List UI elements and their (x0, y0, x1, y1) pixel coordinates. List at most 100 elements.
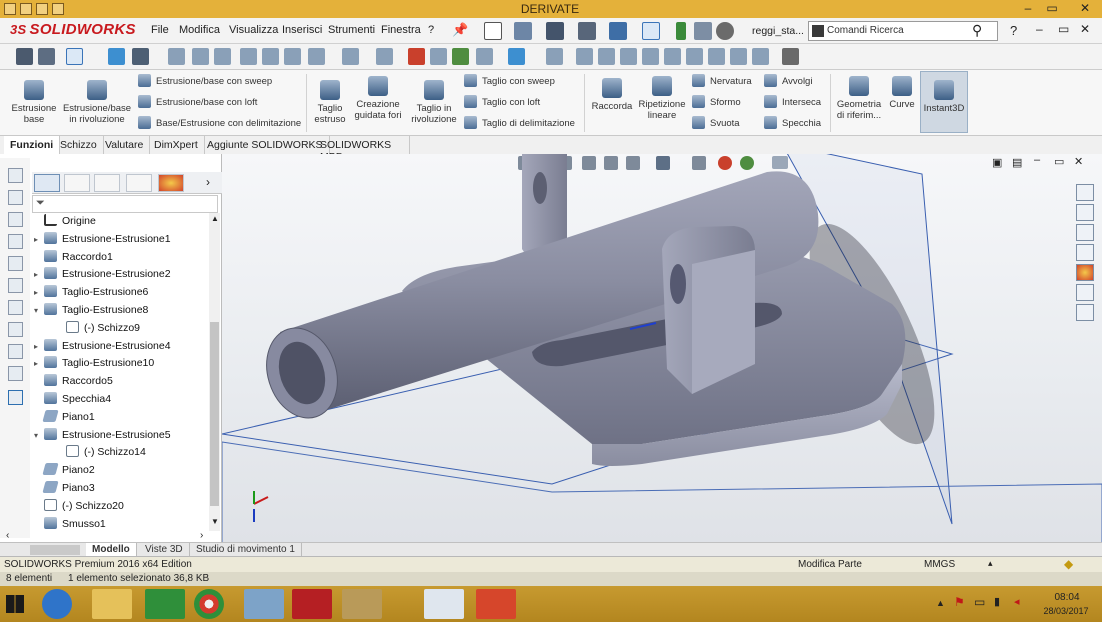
file-explorer-taskbar-icon[interactable] (92, 589, 132, 619)
tab-valutare[interactable]: Valutare (99, 136, 151, 154)
home-icon[interactable] (1076, 184, 1094, 201)
strip-icon[interactable] (8, 190, 23, 205)
quick-access-icon[interactable] (4, 3, 16, 15)
scroll-down-icon[interactable]: ▼ (211, 517, 219, 526)
quick-access-icon[interactable] (52, 3, 64, 15)
scroll-up-icon[interactable]: ▲ (211, 214, 219, 223)
menu-help[interactable]: ? (428, 24, 434, 36)
rib-button[interactable]: Nervatura (692, 74, 752, 88)
tab-aggiunte[interactable]: Aggiunte SOLIDWORKS (201, 136, 330, 154)
expand-toggle-icon[interactable]: ▸ (34, 270, 44, 279)
solidworks-taskbar-icon[interactable] (292, 589, 332, 619)
tree-item[interactable]: Raccordo1 (34, 249, 113, 268)
expand-toggle-icon[interactable]: ▾ (34, 306, 44, 315)
extrude-boss-button[interactable]: Estrusione base (8, 80, 60, 125)
graphics-area[interactable]: ▣ ▤ – ▭ ✕ (222, 154, 1102, 542)
part-model-3d[interactable] (222, 154, 1102, 542)
document-name[interactable]: reggi_sta... (752, 25, 804, 37)
expand-toggle-icon[interactable]: ▸ (34, 342, 44, 351)
list-icon[interactable] (132, 48, 149, 65)
pdf-icon[interactable] (476, 589, 516, 619)
undo-icon[interactable] (609, 22, 627, 40)
file-explorer-icon[interactable] (1076, 224, 1094, 241)
strip-icon[interactable] (8, 168, 23, 183)
minimize-icon[interactable]: – (1016, 0, 1040, 18)
hole-wizard-button[interactable]: Creazione guidata fori (350, 76, 406, 121)
menu-visualizza[interactable]: Visualizza (229, 24, 278, 36)
tree-item[interactable]: ▾ Taglio-Estrusione8 (34, 303, 148, 321)
units-dropdown-icon[interactable]: ▴ (988, 558, 993, 569)
curves-button[interactable]: Curve (886, 76, 918, 110)
view-palette-icon[interactable] (1076, 244, 1094, 261)
design-library-icon[interactable] (1076, 204, 1094, 221)
tree-item[interactable]: Piano2 (34, 463, 95, 481)
lofted-cut-button[interactable]: Taglio con loft (464, 95, 540, 109)
boundary-boss-button[interactable]: Base/Estrusione con delimitazione (138, 116, 301, 130)
print-icon[interactable] (578, 22, 596, 40)
featuremanager-tab-icon[interactable] (34, 174, 60, 192)
lofted-boss-button[interactable]: Estrusione/base con loft (138, 95, 257, 109)
pin-icon[interactable]: 📌 (452, 22, 468, 38)
photos-icon[interactable] (244, 589, 284, 619)
appearances-icon[interactable] (1076, 264, 1094, 281)
revolve-boss-button[interactable]: Estrusione/base in rivoluzione (62, 80, 132, 125)
tree-filter-input[interactable]: ⏷ (32, 195, 218, 213)
tab-schizzo[interactable]: Schizzo (54, 136, 104, 154)
status-units[interactable]: MMGS (924, 559, 955, 570)
wrap-button[interactable]: Avvolgi (764, 74, 812, 88)
linear-pattern-button[interactable]: Ripetizione lineare (636, 76, 688, 121)
new-document-icon[interactable] (484, 22, 502, 40)
select-icon[interactable] (66, 48, 83, 65)
revolved-cut-button[interactable]: Taglio in rivoluzione (408, 80, 460, 125)
volume-icon[interactable]: ◂ (1014, 595, 1020, 608)
network-icon[interactable]: ▮ (994, 595, 1000, 608)
menu-finestra[interactable]: Finestra (381, 24, 421, 36)
left-view-icon[interactable] (620, 48, 637, 65)
quick-access-icon[interactable] (20, 3, 32, 15)
clock-date[interactable]: 28/03/2017 (1036, 606, 1096, 616)
right-view-icon[interactable] (642, 48, 659, 65)
search-icon[interactable]: ⚲ (972, 22, 982, 39)
back-view-icon[interactable] (598, 48, 615, 65)
expand-toggle-icon[interactable]: ▸ (34, 359, 44, 368)
tree-item[interactable]: (-) Schizzo9 (56, 320, 140, 339)
zoom-fit-icon[interactable] (168, 48, 185, 65)
dynamic-annotation-icon[interactable] (262, 48, 279, 65)
scroll-right-icon[interactable]: › (200, 530, 203, 541)
strip-icon[interactable] (8, 366, 23, 381)
trimetric-view-icon[interactable] (730, 48, 747, 65)
scroll-left-icon[interactable]: ‹ (6, 530, 9, 541)
tree-item[interactable]: (-) Schizzo20 (34, 498, 124, 517)
isometric-view-icon[interactable] (708, 48, 725, 65)
strip-icon[interactable] (8, 322, 23, 337)
swept-boss-button[interactable]: Estrusione/base con sweep (138, 74, 272, 88)
menu-strumenti[interactable]: Strumenti (328, 24, 375, 36)
tree-item[interactable]: ▸ Estrusione-Estrusione1 (34, 231, 171, 250)
hide-show-icon[interactable] (342, 48, 359, 65)
strip-icon[interactable] (8, 278, 23, 293)
quick-access-icon[interactable] (36, 3, 48, 15)
tree-item[interactable]: Smusso1 (34, 516, 106, 535)
strip-icon[interactable] (8, 212, 23, 227)
normal-to-icon[interactable] (546, 48, 563, 65)
strip-icon[interactable] (8, 390, 23, 405)
tree-item[interactable]: Specchia4 (34, 392, 111, 410)
tree-item[interactable]: ▸ Estrusione-Estrusione4 (34, 338, 171, 357)
apply-scene-icon[interactable] (408, 48, 425, 65)
realview-icon[interactable] (452, 48, 469, 65)
sketch-tool-icon[interactable] (16, 48, 33, 65)
dimetric-view-icon[interactable] (752, 48, 769, 65)
document-icon[interactable] (424, 589, 464, 619)
expand-toggle-icon[interactable]: ▸ (34, 235, 44, 244)
tray-expand-icon[interactable]: ▲ (936, 598, 945, 608)
instant3d-button[interactable]: Instant3D (920, 71, 968, 133)
options-gear-icon[interactable] (716, 22, 734, 40)
menu-inserisci[interactable]: Inserisci (282, 24, 322, 36)
menu-modifica[interactable]: Modifica (179, 24, 220, 36)
extruded-cut-button[interactable]: Taglio estruso (312, 80, 348, 125)
maximize-icon[interactable]: ▭ (1040, 0, 1064, 18)
internet-explorer-icon[interactable] (42, 589, 72, 619)
tab-studio-movimento[interactable]: Studio di movimento 1 (190, 543, 302, 557)
clock-time[interactable]: 08:04 (1042, 592, 1092, 603)
chrome-icon[interactable] (194, 589, 224, 619)
